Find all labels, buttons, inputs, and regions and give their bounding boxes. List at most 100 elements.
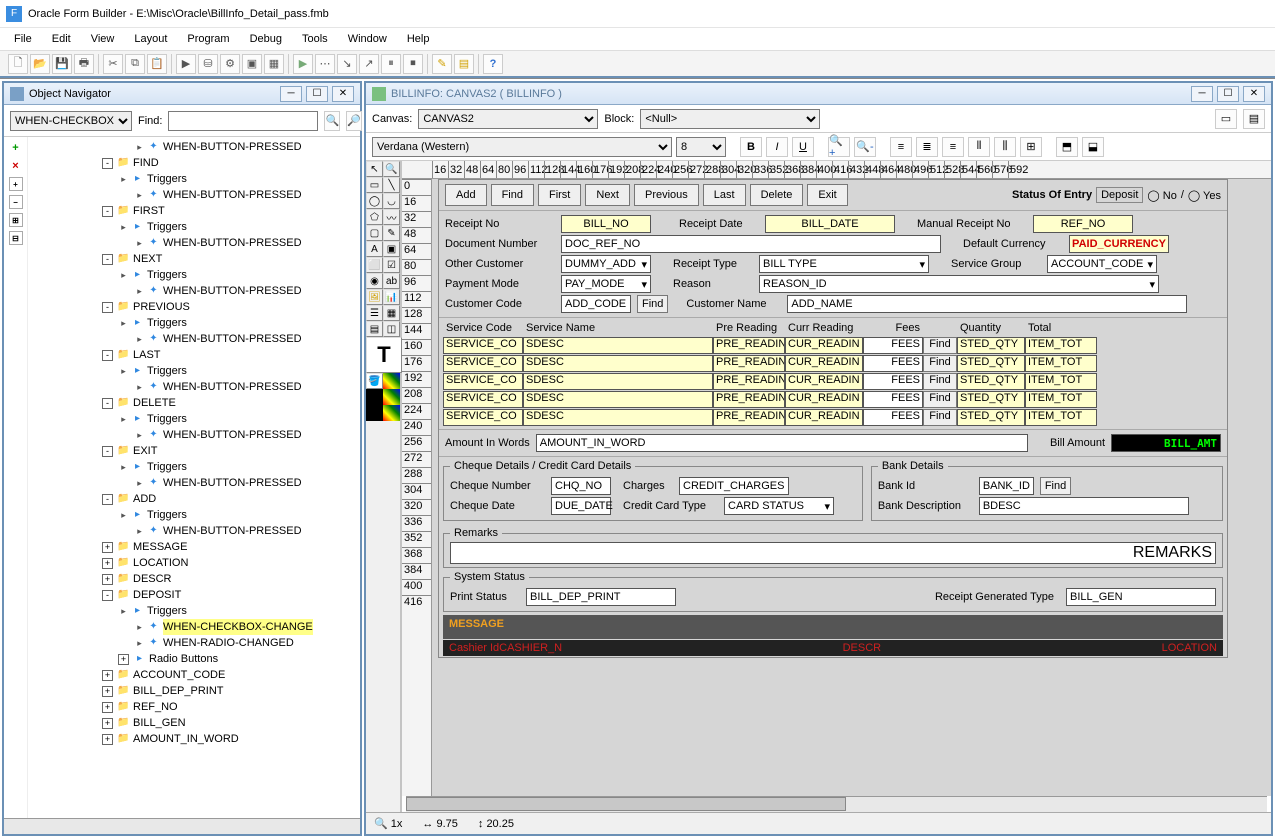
tree-node[interactable]: +📁REF_NO (30, 699, 360, 715)
deposit-radio-yes[interactable]: ◯ Yes (1188, 189, 1221, 202)
tree-node[interactable]: ▸✦WHEN-BUTTON-PRESSED (30, 235, 360, 251)
stack-tool-icon[interactable]: ◫ (383, 321, 400, 337)
layout-wizard-icon[interactable]: ▤ (454, 54, 474, 74)
tree-node[interactable]: +📁AMOUNT_IN_WORD (30, 731, 360, 747)
tree-node[interactable]: ▸▸Triggers (30, 459, 360, 475)
last-button[interactable]: Last (703, 184, 746, 206)
open-icon[interactable]: 📂 (30, 54, 50, 74)
find-next-icon[interactable]: 🔍 (324, 111, 340, 131)
tree-node[interactable]: ▸▸Triggers (30, 315, 360, 331)
polyline-tool-icon[interactable]: 〰 (383, 209, 400, 225)
block-select[interactable]: <Null> (640, 109, 820, 129)
customer-name-field[interactable]: ADD_NAME (787, 295, 1187, 313)
tab-icon[interactable]: ▤ (1243, 109, 1265, 129)
step-icon[interactable]: ⋯ (315, 54, 335, 74)
tree-node[interactable]: ▸▸Triggers (30, 411, 360, 427)
polygon-tool-icon[interactable]: ⬠ (366, 209, 383, 225)
select-tool-icon[interactable]: ↖ (366, 161, 383, 177)
navigator-hscroll[interactable] (4, 818, 360, 834)
canvas-minimize-icon[interactable]: ─ (1191, 86, 1213, 102)
menu-file[interactable]: File (4, 31, 42, 47)
tree-node[interactable]: ▸✦WHEN-BUTTON-PRESSED (30, 139, 360, 155)
tree-node[interactable]: ▸✦WHEN-BUTTON-PRESSED (30, 475, 360, 491)
menu-help[interactable]: Help (397, 31, 440, 47)
tree-node[interactable]: -📁DELETE (30, 395, 360, 411)
textitem-tool-icon[interactable]: ab (383, 273, 400, 289)
first-button[interactable]: First (538, 184, 581, 206)
tree-node[interactable]: +📁BILL_GEN (30, 715, 360, 731)
tree-node[interactable]: ▸▸Triggers (30, 603, 360, 619)
play-icon[interactable]: ▶ (293, 54, 313, 74)
receipt-generated-type-field[interactable]: BILL_GEN (1066, 588, 1216, 606)
align-left-icon[interactable]: ≡ (890, 137, 912, 157)
exit-button[interactable]: Exit (807, 184, 847, 206)
canvas-close-icon[interactable]: ✕ (1243, 86, 1265, 102)
tree-node[interactable]: -📁LAST (30, 347, 360, 363)
lib-icon[interactable]: ▦ (264, 54, 284, 74)
tab-tool-icon[interactable]: ▤ (366, 321, 383, 337)
find-input[interactable] (168, 111, 318, 131)
save-icon[interactable]: 💾 (52, 54, 72, 74)
document-number-field[interactable]: DOC_REF_NO (561, 235, 941, 253)
image-tool-icon[interactable]: 🖼 (366, 289, 383, 305)
chart-tool-icon[interactable]: 📊 (383, 289, 400, 305)
previous-button[interactable]: Previous (634, 184, 699, 206)
grid-row[interactable]: SERVICE_COSDESCPRE_READINCUR_READINFEESF… (443, 409, 1223, 426)
menu-layout[interactable]: Layout (124, 31, 177, 47)
tree-node[interactable]: ▸▸Triggers (30, 507, 360, 523)
cut-icon[interactable]: ✂ (103, 54, 123, 74)
tree-node[interactable]: +📁MESSAGE (30, 539, 360, 555)
menu-edit[interactable]: Edit (42, 31, 81, 47)
tree-node[interactable]: ▸✦WHEN-CHECKBOX-CHANGE (30, 619, 360, 635)
customer-code-find-button[interactable]: Find (637, 295, 668, 313)
tree-node[interactable]: +▸Radio Buttons (30, 651, 360, 667)
tree-node[interactable]: ▸✦WHEN-BUTTON-PRESSED (30, 427, 360, 443)
ellipse-tool-icon[interactable]: ◯ (366, 193, 383, 209)
distribute-h-icon[interactable]: ⫴ (968, 137, 990, 157)
tree-node[interactable]: ▸✦WHEN-BUTTON-PRESSED (30, 283, 360, 299)
help-icon[interactable]: ? (483, 54, 503, 74)
tree-node[interactable]: ▸▸Triggers (30, 219, 360, 235)
module-icon[interactable]: ▣ (242, 54, 262, 74)
bank-id-field[interactable]: BANK_ID (979, 477, 1034, 495)
tree-node[interactable]: -📁FIND (30, 155, 360, 171)
tree-node[interactable]: ▸✦WHEN-BUTTON-PRESSED (30, 331, 360, 347)
remarks-field[interactable]: REMARKS (450, 542, 1216, 564)
grid-row[interactable]: SERVICE_COSDESCPRE_READINCUR_READINFEESF… (443, 337, 1223, 354)
list-tool-icon[interactable]: ☰ (366, 305, 383, 321)
font-size-select[interactable]: 8 (676, 137, 726, 157)
other-customer-select[interactable]: DUMMY_ADD (561, 255, 651, 273)
delete-button[interactable]: Delete (750, 184, 804, 206)
menu-window[interactable]: Window (338, 31, 397, 47)
align-icon[interactable]: ⊞ (1020, 137, 1042, 157)
pause-icon[interactable]: ⏸ (381, 54, 401, 74)
bank-description-field[interactable]: BDESC (979, 497, 1189, 515)
wizard-icon[interactable]: ✎ (432, 54, 452, 74)
step-out-icon[interactable]: ↗ (359, 54, 379, 74)
tree-node[interactable]: +📁ACCOUNT_CODE (30, 667, 360, 683)
text-tool-icon[interactable]: A (366, 241, 383, 257)
new-icon[interactable]: 🗋 (8, 54, 28, 74)
canvas-hscroll[interactable] (406, 796, 1267, 812)
collapse-icon[interactable]: − (9, 195, 23, 209)
delete-node-icon[interactable]: × (9, 159, 23, 173)
tree-node[interactable]: ▸✦WHEN-RADIO-CHANGED (30, 635, 360, 651)
arc-tool-icon[interactable]: ◡ (383, 193, 400, 209)
add-node-icon[interactable]: + (9, 141, 23, 155)
distribute-v-icon[interactable]: ⫼ (994, 137, 1016, 157)
text-palette-icon[interactable] (383, 405, 400, 421)
tree-node[interactable]: ▸✦WHEN-BUTTON-PRESSED (30, 187, 360, 203)
canvas-select[interactable]: CANVAS2 (418, 109, 598, 129)
service-group-select[interactable]: ACCOUNT_CODE (1047, 255, 1157, 273)
bank-find-button[interactable]: Find (1040, 477, 1071, 495)
frame-icon[interactable]: ▭ (1215, 109, 1237, 129)
collapse-all-icon[interactable]: ⊟ (9, 231, 23, 245)
tree-node[interactable]: -📁EXIT (30, 443, 360, 459)
zoom-out-icon[interactable]: 🔍- (854, 137, 876, 157)
underline-icon[interactable]: U (792, 137, 814, 157)
font-select[interactable]: Verdana (Western) (372, 137, 672, 157)
line-tool-icon[interactable]: ╲ (383, 177, 400, 193)
find-button[interactable]: Find (491, 184, 534, 206)
tree-node[interactable]: ▸✦WHEN-BUTTON-PRESSED (30, 523, 360, 539)
receipt-no-field[interactable]: BILL_NO (561, 215, 651, 233)
